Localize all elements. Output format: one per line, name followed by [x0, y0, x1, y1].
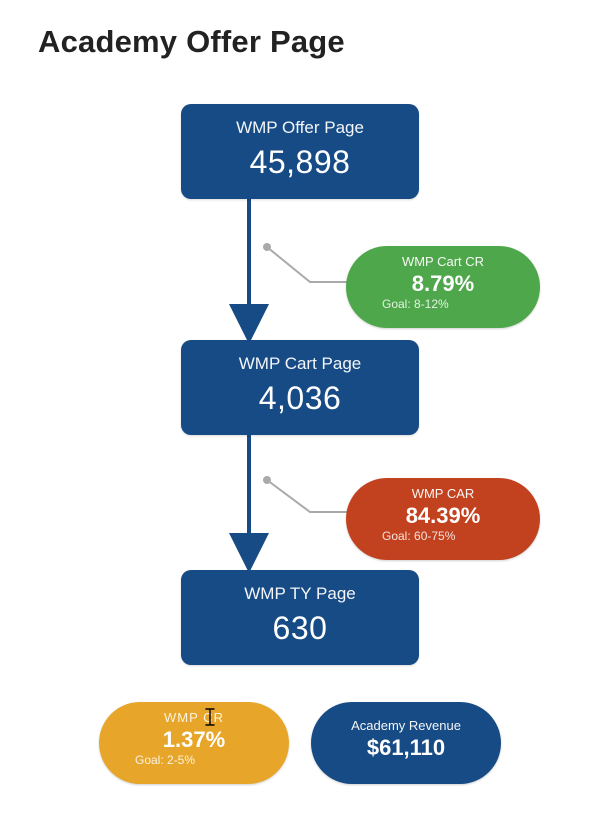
metric-goal: Goal: 8-12%	[346, 297, 540, 311]
metric-label: WMP CR	[99, 710, 289, 725]
metric-wmp-cart-cr: WMP Cart CR 8.79% Goal: 8-12%	[346, 246, 540, 328]
metric-wmp-car: WMP CAR 84.39% Goal: 60-75%	[346, 478, 540, 560]
metric-value: $61,110	[311, 735, 501, 761]
page-title: Academy Offer Page	[38, 24, 345, 60]
metric-value: 84.39%	[346, 503, 540, 529]
node-value: 4,036	[181, 380, 419, 417]
diagram-page: Academy Offer Page WMP Offer Page 45,898…	[0, 0, 600, 834]
metric-academy-revenue: Academy Revenue $61,110	[311, 702, 501, 784]
node-label: WMP Offer Page	[181, 118, 419, 138]
text-cursor-icon	[203, 708, 217, 726]
metric-label: WMP CAR	[346, 486, 540, 501]
node-ty-page: WMP TY Page 630	[181, 570, 419, 665]
metric-wmp-cr: WMP CR 1.37% Goal: 2-5%	[99, 702, 289, 784]
metric-label: Academy Revenue	[311, 718, 501, 733]
metric-goal: Goal: 2-5%	[99, 753, 289, 767]
node-label: WMP Cart Page	[181, 354, 419, 374]
node-value: 45,898	[181, 144, 419, 181]
node-cart-page: WMP Cart Page 4,036	[181, 340, 419, 435]
metric-label: WMP Cart CR	[346, 254, 540, 269]
node-offer-page: WMP Offer Page 45,898	[181, 104, 419, 199]
node-label: WMP TY Page	[181, 584, 419, 604]
node-value: 630	[181, 610, 419, 647]
bottom-row: WMP CR 1.37% Goal: 2-5% Academy Revenue …	[99, 702, 501, 784]
metric-goal: Goal: 60-75%	[346, 529, 540, 543]
metric-value: 1.37%	[99, 727, 289, 753]
metric-value: 8.79%	[346, 271, 540, 297]
